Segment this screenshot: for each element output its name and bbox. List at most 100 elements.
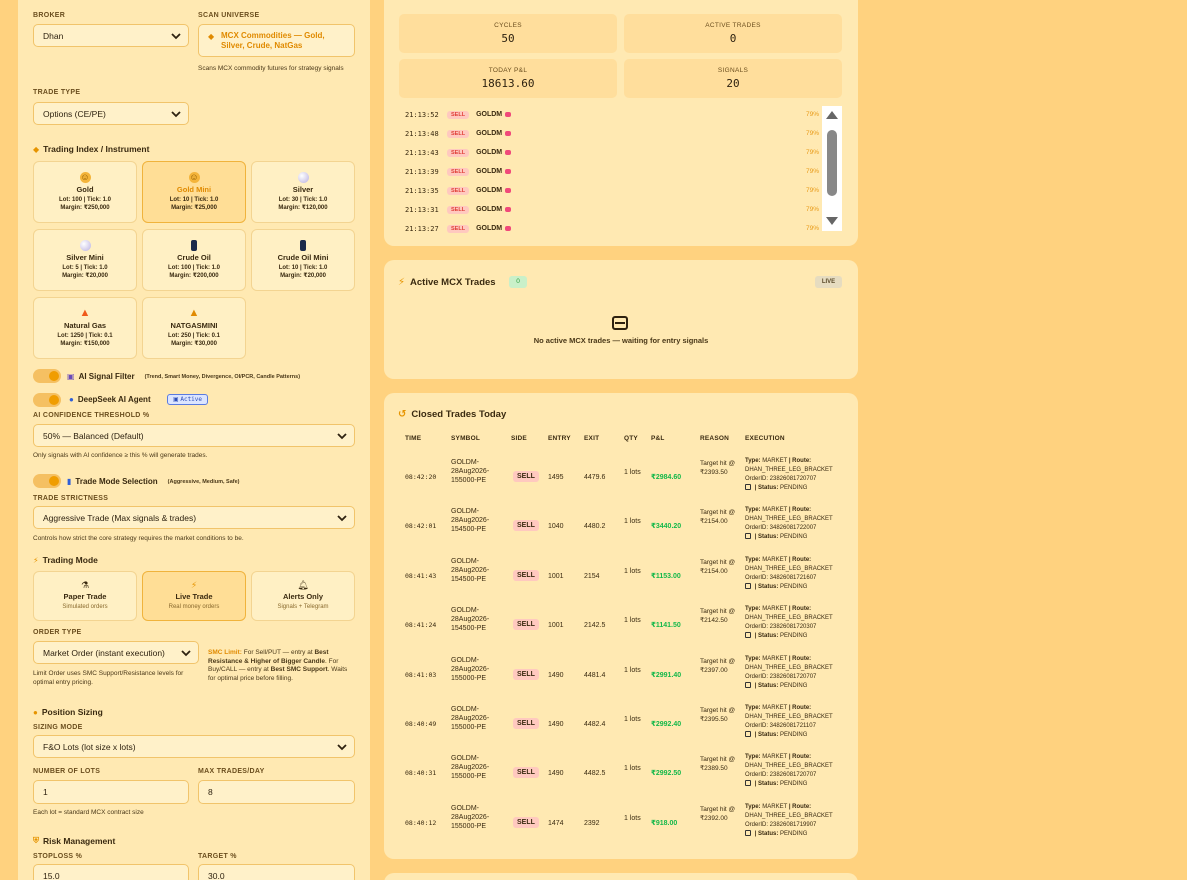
col-header-pnl: P&L [651, 435, 665, 442]
mode-live-trade[interactable]: ⚡ Live Trade Real money orders [142, 571, 246, 621]
chevron-down-icon [337, 515, 347, 522]
instrument-name: Gold [76, 185, 94, 194]
active-trades-title: ⚡ Active MCX Trades [398, 277, 496, 288]
copy-icon[interactable] [745, 780, 751, 787]
log-symbol: GOLDM [476, 149, 503, 156]
instrument-card-silver-mini[interactable]: Silver Mini Lot: 5 | Tick: 1.0 Margin: ₹… [33, 229, 137, 291]
col-header-entry: ENTRY [548, 435, 571, 442]
instrument-margin: Margin: ₹25,000 [171, 205, 217, 211]
next-panel [384, 873, 858, 880]
instrument-card-crude-oil[interactable]: Crude Oil Lot: 100 | Tick: 1.0 Margin: ₹… [142, 229, 246, 291]
lightning-icon: ⚡ [398, 277, 406, 288]
stoploss-input[interactable]: 15.0 [33, 864, 189, 880]
number-of-lots-input[interactable]: 1 [33, 780, 189, 804]
stat-value: 0 [729, 32, 737, 45]
signal-dot-icon [505, 226, 512, 231]
trade-qty: 1 lots [624, 716, 641, 723]
instrument-card-natgasmini[interactable]: ▲ NATGASMINI Lot: 250 | Tick: 0.1 Margin… [142, 297, 246, 359]
trade-symbol: GOLDM-28Aug2026-154500-PE [451, 508, 490, 533]
instrument-section-title: ◆ Trading Index / Instrument [33, 144, 149, 154]
exec-type: MARKET [762, 458, 788, 464]
active-trades-empty-text: No active MCX trades — waiting for entry… [533, 336, 709, 345]
exec-type: MARKET [762, 754, 788, 760]
exec-status-label: | Status: [754, 683, 779, 689]
copy-icon[interactable] [745, 533, 751, 540]
ai-filter-note: (Trend, Smart Money, Divergence, OI/PCR,… [144, 373, 301, 380]
signal-log-row: 21:13:48 SELL GOLDM 79% [405, 124, 819, 143]
trade-reason: Target hit @ ₹2395.50 [700, 707, 736, 723]
log-confidence: 79% [805, 111, 819, 118]
copy-icon[interactable] [745, 583, 751, 590]
sell-pill: SELL [447, 129, 470, 138]
max-trades-label: MAX TRADES/DAY [198, 768, 265, 775]
mode-alerts-only[interactable]: 🔔︎ Alerts Only Signals + Telegram [251, 571, 355, 621]
strictness-select[interactable]: Aggressive Trade (Max signals & trades) [33, 506, 355, 529]
exec-status-label: | Status: [754, 534, 779, 540]
signal-log-scrollbar[interactable] [822, 106, 842, 231]
strictness-value: Aggressive Trade (Max signals & trades) [43, 512, 197, 523]
trade-execution: Type: MARKET | Route: DHAN_THREE_LEG_BRAC… [745, 506, 855, 542]
confidence-select[interactable]: 50% — Balanced (Default) [33, 424, 355, 447]
trade-entry: 1490 [548, 672, 564, 679]
closed-trade-row: 08:42:20 GOLDM-28Aug2026-155000-PE SELL 149… [384, 453, 858, 502]
trade-qty: 1 lots [624, 667, 641, 674]
sizing-mode-select[interactable]: F&O Lots (lot size x lots) [33, 735, 355, 758]
order-type-select[interactable]: Market Order (instant execution) [33, 641, 199, 664]
copy-icon[interactable] [745, 731, 751, 738]
col-header-reason: REASON [700, 435, 730, 442]
log-symbol: GOLDM [476, 225, 503, 232]
instrument-card-silver[interactable]: Silver Lot: 30 | Tick: 1.0 Margin: ₹120,… [251, 161, 355, 223]
copy-icon[interactable] [745, 632, 751, 639]
broker-select[interactable]: Dhan [33, 24, 189, 47]
exec-type-label: Type: [745, 754, 761, 760]
trade-type-select[interactable]: Options (CE/PE) [33, 102, 189, 125]
trade-execution: Type: MARKET | Route: DHAN_THREE_LEG_BRAC… [745, 753, 855, 789]
active-count-badge: 0 [509, 276, 527, 288]
instrument-name: Silver Mini [66, 253, 104, 262]
scroll-up-icon[interactable] [826, 111, 838, 119]
instrument-name: Gold Mini [176, 185, 212, 194]
strictness-label: TRADE STRICTNESS [33, 495, 109, 502]
scan-universe-value: MCX Commodities — Gold, Silver, Crude, N… [221, 31, 325, 50]
exec-order-id: OrderID: 23826081720707 [745, 476, 817, 482]
exec-type-label: Type: [745, 606, 761, 612]
trade-entry: 1040 [548, 523, 564, 530]
stat-value: 20 [726, 77, 740, 90]
order-help: Limit Order uses SMC Support/Resistance … [33, 670, 184, 686]
log-confidence: 79% [805, 206, 819, 213]
copy-icon[interactable] [745, 682, 751, 689]
instrument-card-natural-gas[interactable]: ▲ Natural Gas Lot: 1250 | Tick: 0.1 Marg… [33, 297, 137, 359]
mode-paper-trade[interactable]: ⚗ Paper Trade Simulated orders [33, 571, 137, 621]
instrument-name: Natural Gas [63, 321, 107, 330]
copy-icon[interactable] [745, 830, 751, 837]
scroll-thumb[interactable] [827, 130, 837, 196]
instrument-margin: Margin: ₹30,000 [171, 341, 217, 347]
scroll-down-icon[interactable] [826, 217, 838, 225]
signal-dot-icon [505, 169, 512, 174]
trade-mode-selection-toggle[interactable] [33, 474, 61, 488]
sell-pill: SELL [447, 186, 470, 195]
lightning-icon: ⚡ [190, 580, 198, 590]
col-header-side: SIDE [511, 435, 527, 442]
trade-exit: 4482.4 [584, 721, 606, 728]
instrument-lot: Lot: 1250 | Tick: 0.1 [57, 333, 113, 339]
instrument-card-crude-oil-mini[interactable]: Crude Oil Mini Lot: 10 | Tick: 1.0 Margi… [251, 229, 355, 291]
trade-reason: Target hit @ ₹2154.00 [700, 559, 736, 575]
signal-log-row: 21:13:35 SELL GOLDM 79% [405, 181, 819, 200]
signal-log-row: 21:13:39 SELL GOLDM 79% [405, 162, 819, 181]
oil-barrel-icon [300, 240, 306, 251]
silver-coin-icon [297, 172, 309, 183]
copy-icon[interactable] [745, 484, 751, 491]
gold-coin-icon: ☺ [79, 172, 91, 183]
ai-signal-filter-toggle[interactable] [33, 369, 61, 383]
trade-entry: 1495 [548, 474, 564, 481]
instrument-margin: Margin: ₹120,000 [278, 205, 328, 211]
instrument-card-gold[interactable]: ☺ Gold Lot: 100 | Tick: 1.0 Margin: ₹250… [33, 161, 137, 223]
max-trades-input[interactable]: 8 [198, 780, 355, 804]
exec-route-label: | Route: [788, 656, 812, 662]
instrument-card-gold-mini[interactable]: ☺ Gold Mini Lot: 10 | Tick: 1.0 Margin: … [142, 161, 246, 223]
target-input[interactable]: 30.0 [198, 864, 355, 880]
deepseek-agent-toggle[interactable] [33, 393, 61, 407]
trade-qty: 1 lots [624, 568, 641, 575]
exec-status: PENDING [780, 485, 808, 491]
